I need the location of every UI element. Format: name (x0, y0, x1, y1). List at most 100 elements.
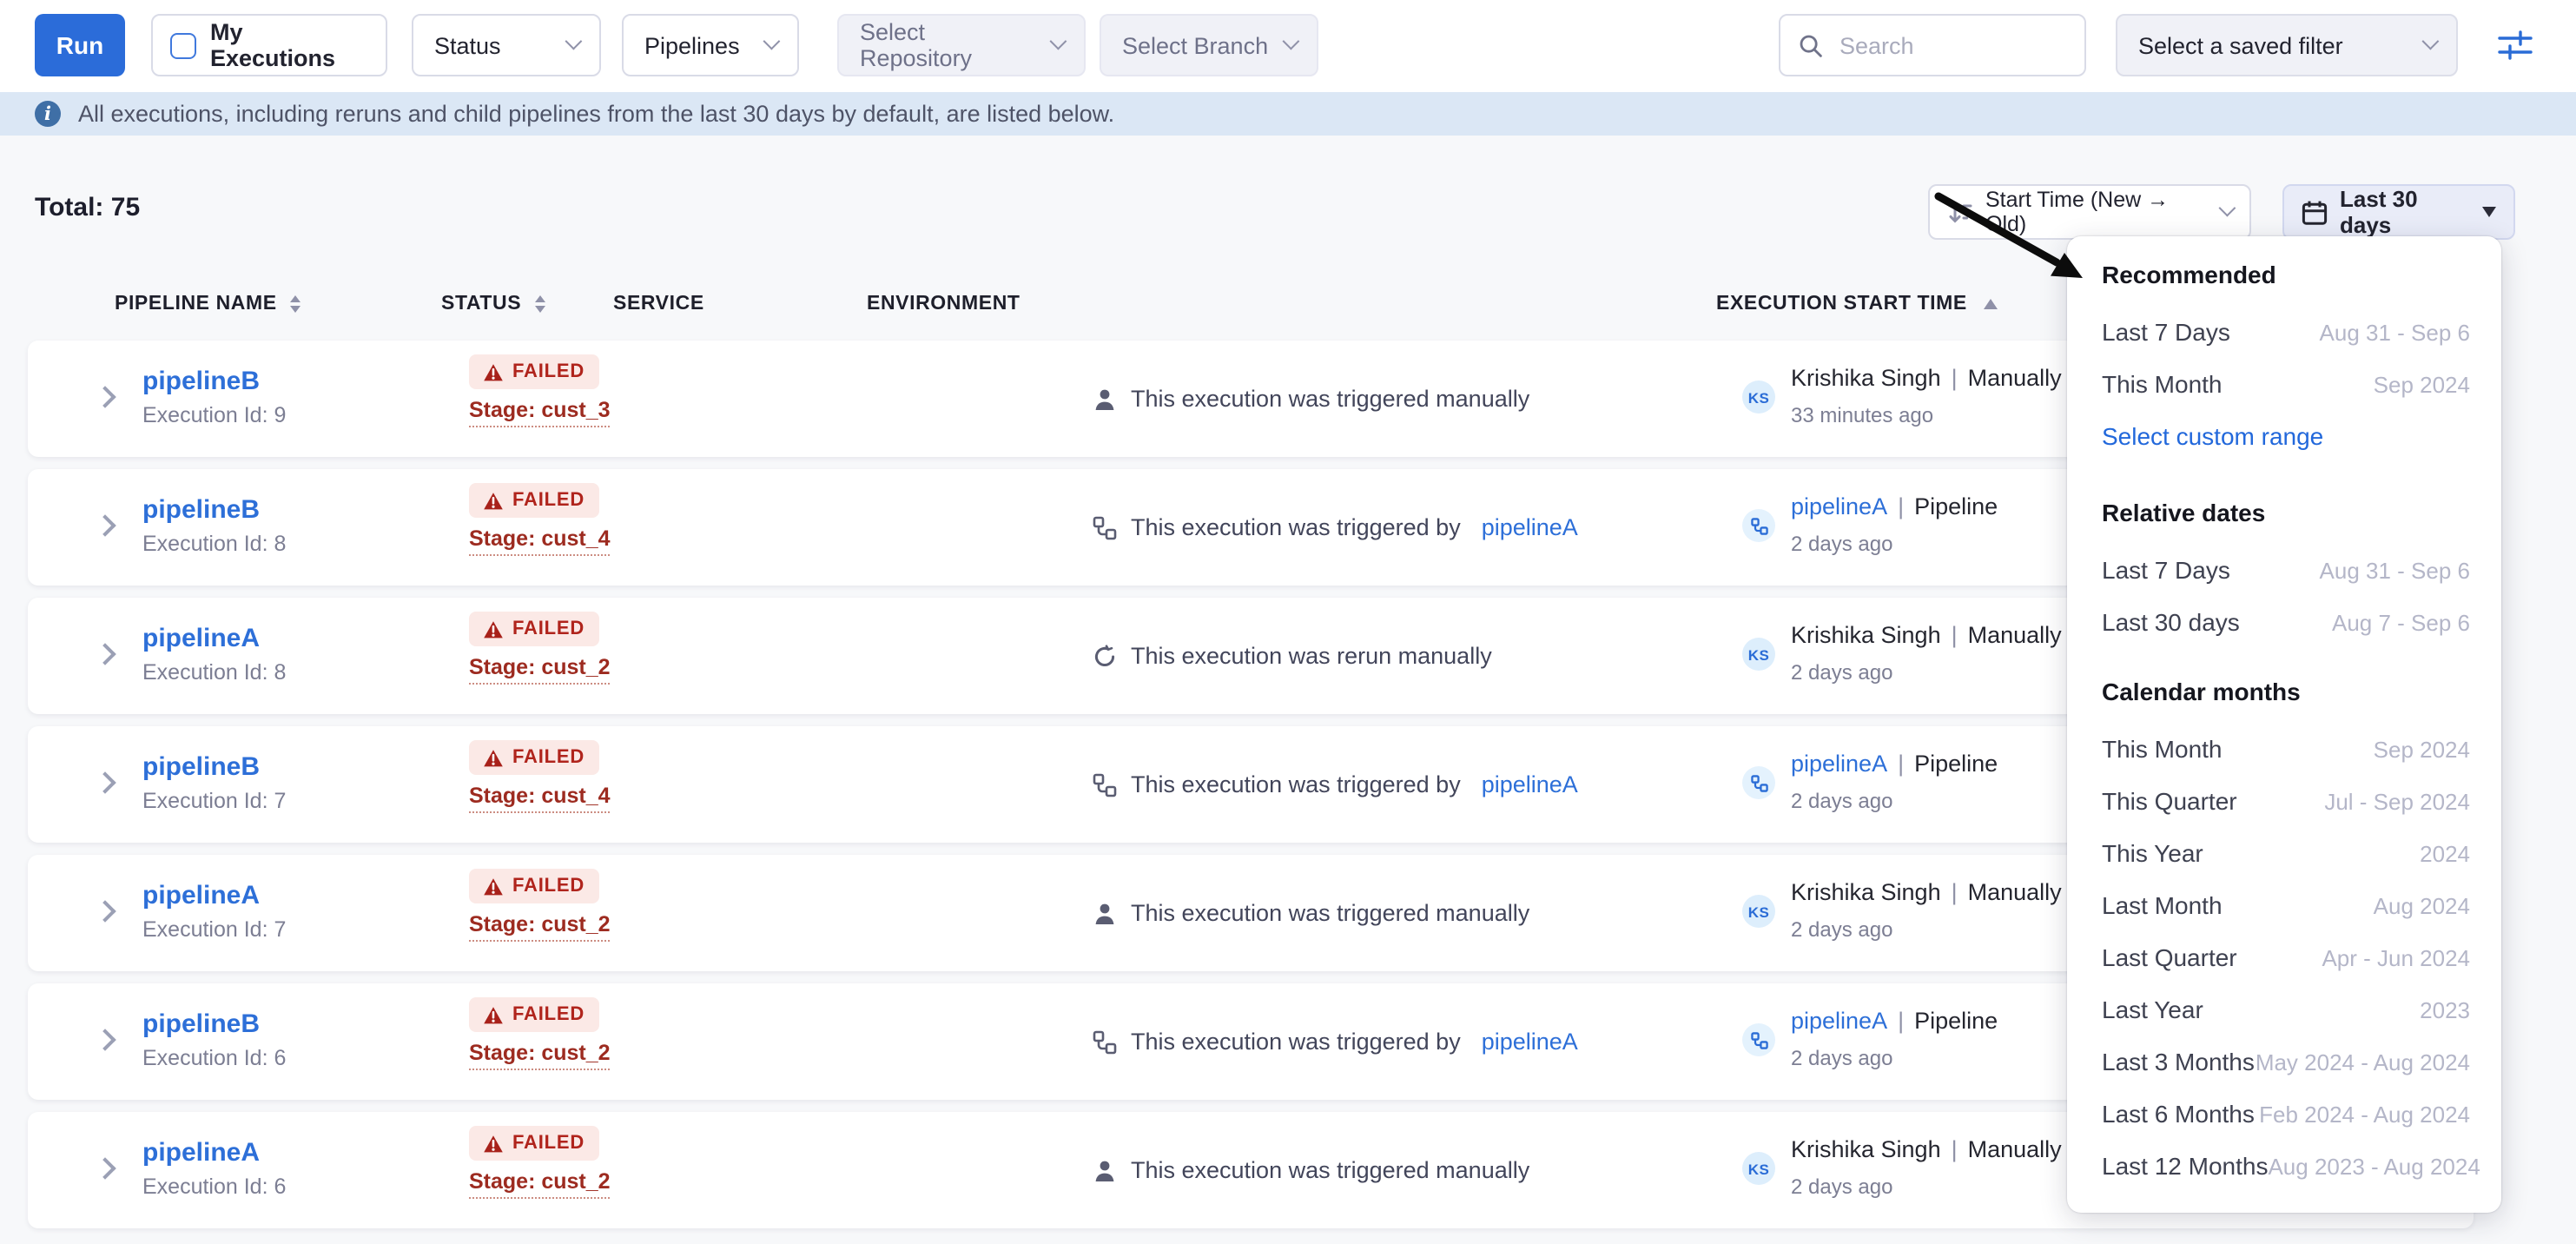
avatar: KS (1742, 638, 1775, 671)
search-input[interactable] (1836, 30, 2062, 60)
menu-item-range: Aug 2024 (2374, 892, 2470, 918)
status-filter-dropdown[interactable]: Status (412, 14, 601, 76)
separator: | (1941, 1136, 1968, 1162)
sort-both-icon (291, 295, 301, 314)
menu-item-last-7-days[interactable]: Last 7 Days Aug 31 - Sep 6 (2067, 306, 2501, 358)
chevron-down-icon (2219, 200, 2236, 217)
pipeline-name-link[interactable]: pipelineB (142, 752, 260, 782)
stage-link[interactable]: Stage: cust_2 (469, 655, 611, 685)
filter-settings-button[interactable] (2493, 14, 2538, 76)
chevron-right-icon[interactable] (94, 1157, 116, 1179)
run-button[interactable]: Run (35, 14, 125, 76)
calendar-icon (2302, 199, 2328, 225)
stage-link[interactable]: Stage: cust_4 (469, 526, 611, 556)
chevron-right-icon[interactable] (94, 386, 116, 407)
pipeline-name-link[interactable]: pipelineA (142, 624, 260, 653)
chevron-right-icon[interactable] (94, 1029, 116, 1050)
execution-id: Execution Id: 7 (142, 789, 286, 813)
total-count: Total: 75 (35, 193, 140, 222)
chevron-right-icon[interactable] (94, 900, 116, 922)
stage-link[interactable]: Stage: cust_2 (469, 912, 611, 942)
chevron-right-icon[interactable] (94, 643, 116, 665)
trigger-message-text: This execution was triggered manually (1131, 1157, 1529, 1183)
my-executions-label: My Executions (210, 19, 368, 71)
menu-item-range: 2024 (2420, 840, 2470, 866)
menu-item-last-3-months[interactable]: Last 3 Months May 2024 - Aug 2024 (2067, 1036, 2501, 1088)
stage-link[interactable]: Stage: cust_4 (469, 784, 611, 813)
actor-pipeline-link[interactable]: pipelineA (1791, 1008, 1887, 1034)
menu-item-last-month[interactable]: Last Month Aug 2024 (2067, 879, 2501, 931)
menu-item-last-7-days[interactable]: Last 7 Days Aug 31 - Sep 6 (2067, 544, 2501, 596)
menu-item-last-year[interactable]: Last Year 2023 (2067, 983, 2501, 1036)
start-time: 2 days ago (1791, 532, 1892, 556)
sort-ascending-icon (1985, 299, 1998, 309)
stage-link[interactable]: Stage: cust_2 (469, 1169, 611, 1199)
select-repository-label: Select Repository (860, 19, 1037, 71)
actor-role: Manually (1968, 1136, 2062, 1162)
date-range-button[interactable]: Last 30 days (2282, 184, 2515, 240)
separator: | (1887, 751, 1914, 777)
menu-item-this-month[interactable]: This Month Sep 2024 (2067, 358, 2501, 410)
trigger-message-text: This execution was triggered by (1131, 1029, 1461, 1055)
menu-item-range: May 2024 - Aug 2024 (2256, 1049, 2470, 1075)
column-header-service[interactable]: SERVICE (613, 294, 704, 314)
column-header-status[interactable]: STATUS (441, 294, 545, 314)
column-header-environment[interactable]: ENVIRONMENT (867, 294, 1020, 314)
column-header-execution-start-time[interactable]: EXECUTION START TIME (1716, 294, 1998, 314)
chevron-right-icon[interactable] (94, 771, 116, 793)
trigger-message: This execution was triggered manually (1093, 341, 1529, 457)
actor-name: Krishika Singh (1791, 1136, 1941, 1162)
search-box[interactable] (1779, 14, 2086, 76)
menu-item-last-6-months[interactable]: Last 6 Months Feb 2024 - Aug 2024 (2067, 1088, 2501, 1140)
status-label: FAILED (512, 619, 585, 639)
menu-item-range: Jul - Sep 2024 (2324, 788, 2470, 814)
pipeline-name-link[interactable]: pipelineB (142, 367, 260, 396)
menu-item-last-12-months[interactable]: Last 12 Months Aug 2023 - Aug 2024 (2067, 1140, 2501, 1192)
trigger-pipeline-link[interactable]: pipelineA (1482, 1029, 1578, 1055)
status-label: FAILED (512, 490, 585, 511)
trigger-pipeline-link[interactable]: pipelineA (1482, 771, 1578, 797)
menu-item-label: Last 3 Months (2102, 1048, 2255, 1075)
pipeline-name-link[interactable]: pipelineA (142, 1138, 260, 1168)
execution-id: Execution Id: 8 (142, 532, 286, 556)
trigger-pipeline-link[interactable]: pipelineA (1482, 514, 1578, 540)
stage-link[interactable]: Stage: cust_2 (469, 1041, 611, 1070)
avatar-initials: KS (1748, 903, 1769, 920)
trigger-message-text: This execution was triggered manually (1131, 900, 1529, 926)
column-header-pipeline-name[interactable]: PIPELINE NAME (115, 294, 301, 314)
actor-name: Krishika Singh (1791, 365, 1941, 391)
menu-item-this-quarter[interactable]: This Quarter Jul - Sep 2024 (2067, 775, 2501, 827)
separator: | (1941, 622, 1968, 648)
stage-link[interactable]: Stage: cust_3 (469, 398, 611, 427)
trigger-message-text: This execution was triggered by (1131, 771, 1461, 797)
trigger-message: This execution was triggered by pipeline… (1093, 469, 1578, 586)
start-time: 2 days ago (1791, 1175, 1892, 1199)
pipeline-name-link[interactable]: pipelineA (142, 881, 260, 910)
triggered-by: Krishika Singh | Manually (1791, 879, 2062, 905)
select-custom-range-link[interactable]: Select custom range (2067, 410, 2501, 462)
menu-item-last-quarter[interactable]: Last Quarter Apr - Jun 2024 (2067, 931, 2501, 983)
menu-item-this-month[interactable]: This Month Sep 2024 (2067, 723, 2501, 775)
menu-item-range: Aug 31 - Sep 6 (2320, 557, 2470, 583)
menu-item-label: Last 6 Months (2102, 1100, 2255, 1128)
menu-item-label: Last 30 days (2102, 608, 2240, 636)
chevron-down-icon (565, 33, 583, 50)
actor-pipeline-link[interactable]: pipelineA (1791, 493, 1887, 519)
saved-filter-dropdown[interactable]: Select a saved filter (2116, 14, 2458, 76)
sort-dropdown[interactable]: Start Time (New → Old) (1928, 184, 2251, 240)
separator: | (1941, 879, 1968, 905)
my-executions-checkbox[interactable] (170, 32, 196, 58)
menu-item-this-year[interactable]: This Year 2024 (2067, 827, 2501, 879)
triggered-by: Krishika Singh | Manually (1791, 1136, 2062, 1162)
pipelines-filter-dropdown[interactable]: Pipelines (622, 14, 799, 76)
person-icon (1093, 387, 1117, 411)
my-executions-toggle[interactable]: My Executions (151, 14, 387, 76)
select-repository-dropdown[interactable]: Select Repository (837, 14, 1086, 76)
pipeline-name-link[interactable]: pipelineB (142, 1009, 260, 1039)
pipeline-name-link[interactable]: pipelineB (142, 495, 260, 525)
chevron-right-icon[interactable] (94, 514, 116, 536)
menu-item-last-30-days[interactable]: Last 30 days Aug 7 - Sep 6 (2067, 596, 2501, 648)
actor-pipeline-link[interactable]: pipelineA (1791, 751, 1887, 777)
select-branch-dropdown[interactable]: Select Branch (1100, 14, 1318, 76)
warning-icon (483, 748, 504, 767)
